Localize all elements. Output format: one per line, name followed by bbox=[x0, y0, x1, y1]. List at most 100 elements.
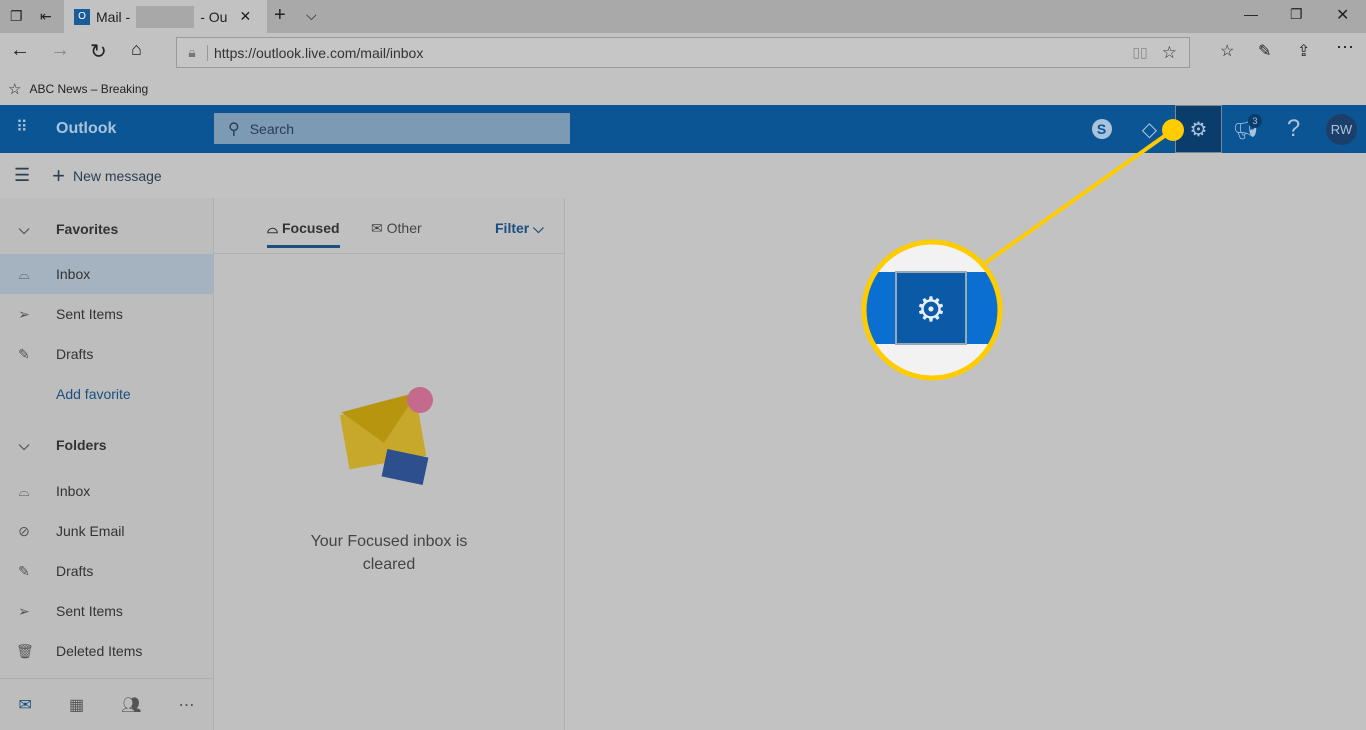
favorites-label: Favorites bbox=[56, 221, 119, 237]
more-icon[interactable]: ⋯ bbox=[1336, 37, 1354, 58]
sidebar-item-label: Deleted Items bbox=[56, 643, 143, 659]
sidebar-item-sent[interactable]: ➢ Sent Items bbox=[0, 591, 213, 631]
send-icon: ➢ bbox=[18, 305, 30, 322]
folder-sidebar: ⌵ Favorites ⌓ Inbox ➢ Sent Items ✎ Drafts Ad… bbox=[0, 198, 213, 730]
lock-icon: 🔒︎ bbox=[188, 44, 196, 60]
inbox-icon: ⌓ bbox=[18, 265, 30, 282]
trash-icon: 🗑︎ bbox=[16, 642, 34, 659]
premium-diamond-icon[interactable]: ◇ bbox=[1126, 105, 1173, 153]
people-icon[interactable]: 👥︎ bbox=[121, 695, 141, 715]
help-icon[interactable]: ? bbox=[1270, 105, 1317, 153]
share-icon[interactable]: ⇪ bbox=[1297, 41, 1310, 61]
filter-button[interactable]: Filter ⌵ bbox=[495, 220, 544, 237]
plus-icon: + bbox=[52, 162, 65, 188]
skype-icon[interactable]: S bbox=[1078, 105, 1125, 153]
set-aside-tabs-icon[interactable]: ⇤ bbox=[40, 8, 52, 25]
search-icon: ⚲ bbox=[228, 120, 240, 138]
url-text: https://outlook.live.com/mail/inbox bbox=[207, 44, 423, 61]
browser-tab-mail[interactable]: O Mail - - Ou ✕ bbox=[64, 0, 267, 33]
app-launcher-icon[interactable]: ⠿ bbox=[16, 117, 28, 137]
sidebar-item-label: Sent Items bbox=[56, 603, 123, 619]
star-icon: ☆ bbox=[8, 80, 22, 98]
command-bar: ☰ + New message bbox=[0, 153, 1366, 198]
calendar-icon[interactable]: ▦ bbox=[69, 695, 84, 715]
minimize-icon[interactable]: — bbox=[1244, 6, 1258, 22]
more-icon[interactable]: ⋯ bbox=[178, 695, 194, 715]
chevron-down-icon: ⌵ bbox=[533, 220, 544, 236]
sidebar-item-favorite-drafts[interactable]: ✎ Drafts bbox=[0, 334, 213, 374]
chevron-down-icon: ⌵ bbox=[18, 220, 30, 237]
home-icon[interactable]: ⌂ bbox=[131, 39, 142, 60]
sidebar-item-drafts[interactable]: ✎ Drafts bbox=[0, 551, 213, 591]
favorites-bar: ☆ ABC News – Breaking bbox=[0, 72, 1366, 105]
pencil-icon: ✎ bbox=[18, 345, 30, 362]
search-input[interactable]: ⚲ Search bbox=[214, 113, 570, 144]
sidebar-item-label: Junk Email bbox=[56, 523, 125, 539]
back-icon[interactable]: ← bbox=[10, 39, 30, 62]
add-favorite-label: Add favorite bbox=[56, 386, 131, 402]
redacted-block bbox=[136, 5, 195, 28]
sidebar-item-label: Drafts bbox=[56, 563, 94, 579]
new-tab-icon[interactable]: + bbox=[274, 4, 286, 27]
block-icon: ⊘ bbox=[18, 522, 30, 539]
inbox-icon: ⌓ bbox=[267, 220, 279, 236]
pencil-icon: ✎ bbox=[18, 562, 30, 579]
folders-label: Folders bbox=[56, 437, 107, 453]
message-list: ⌓ Focused ✉ Other Filter ⌵ Your Focused … bbox=[213, 198, 565, 730]
mail-icon[interactable]: ✉ bbox=[19, 695, 32, 715]
new-message-button[interactable]: + New message bbox=[52, 163, 162, 189]
tab-title-prefix: Mail - bbox=[96, 8, 131, 25]
search-placeholder: Search bbox=[249, 120, 295, 137]
add-favorite-link[interactable]: Add favorite bbox=[0, 374, 213, 414]
star-icon[interactable]: ☆ bbox=[1162, 43, 1177, 63]
close-tab-icon[interactable]: ✕ bbox=[239, 8, 251, 25]
filter-label: Filter bbox=[495, 220, 530, 236]
sidebar-item-label: Sent Items bbox=[56, 306, 123, 322]
reading-view-icon[interactable]: ▯▯ bbox=[1132, 44, 1147, 61]
settings-gear-icon[interactable]: ⚙ bbox=[1175, 105, 1222, 153]
sidebar-item-favorite-sent[interactable]: ➢ Sent Items bbox=[0, 294, 213, 334]
reading-pane bbox=[566, 198, 1366, 730]
sidebar-item-label: Inbox bbox=[56, 483, 91, 499]
pen-icon[interactable]: ✎ bbox=[1258, 41, 1271, 61]
hamburger-menu-icon[interactable]: ☰ bbox=[14, 165, 30, 186]
refresh-icon[interactable]: ↻ bbox=[90, 39, 107, 64]
send-icon: ➢ bbox=[18, 602, 30, 619]
tab-focused[interactable]: ⌓ Focused bbox=[267, 220, 340, 248]
app-name[interactable]: Outlook bbox=[56, 120, 116, 138]
empty-line-1: Your Focused inbox is bbox=[310, 533, 468, 550]
restore-icon[interactable]: ❐ bbox=[1290, 6, 1303, 23]
sidebar-item-junk[interactable]: ⊘ Junk Email bbox=[0, 511, 213, 551]
chevron-down-icon[interactable]: ⌵ bbox=[306, 7, 317, 24]
close-window-icon[interactable]: ✕ bbox=[1336, 5, 1349, 25]
favorite-link[interactable]: ABC News – Breaking bbox=[29, 82, 148, 96]
list-tabs: ⌓ Focused ✉ Other Filter ⌵ bbox=[214, 198, 564, 254]
tab-other[interactable]: ✉ Other bbox=[371, 220, 422, 237]
forward-icon[interactable]: → bbox=[50, 39, 70, 62]
browser-tab-bar: ❐ ⇤ O Mail - - Ou ✕ + ⌵ — ❐ ✕ bbox=[0, 0, 1366, 33]
module-switcher: ✉ ▦ 👥︎ ⋯ bbox=[0, 678, 213, 730]
favorites-hub-icon[interactable]: ☆ bbox=[1220, 41, 1234, 61]
sidebar-item-deleted[interactable]: 🗑︎ Deleted Items bbox=[0, 631, 213, 671]
notification-badge: 3 bbox=[1248, 114, 1262, 128]
address-bar[interactable]: 🔒︎ https://outlook.live.com/mail/inbox ▯… bbox=[176, 37, 1190, 68]
outlook-favicon-icon: O bbox=[74, 8, 90, 25]
empty-line-2: cleared bbox=[362, 556, 416, 573]
sidebar-item-label: Drafts bbox=[56, 346, 94, 362]
sidebar-item-inbox[interactable]: ⌓ Inbox bbox=[0, 471, 213, 511]
new-message-label: New message bbox=[73, 167, 162, 184]
tab-manager-icon[interactable]: ❐ bbox=[10, 8, 23, 25]
avatar[interactable]: RW bbox=[1326, 114, 1357, 145]
chevron-down-icon: ⌵ bbox=[18, 436, 30, 453]
sidebar-item-label: Inbox bbox=[56, 266, 91, 282]
tab-title-suffix: - Ou bbox=[200, 8, 228, 25]
sidebar-item-favorite-inbox[interactable]: ⌓ Inbox bbox=[0, 254, 213, 294]
tab-other-label: Other bbox=[386, 220, 422, 236]
tab-focused-label: Focused bbox=[281, 220, 340, 236]
empty-inbox-illustration bbox=[339, 387, 433, 486]
favorites-header[interactable]: ⌵ Favorites bbox=[0, 209, 213, 249]
folders-header[interactable]: ⌵ Folders bbox=[0, 425, 213, 465]
envelope-icon: ✉ bbox=[371, 220, 383, 236]
empty-inbox-message: Your Focused inbox is cleared bbox=[214, 530, 564, 576]
whats-new-megaphone-icon[interactable]: 📢︎ 3 bbox=[1222, 105, 1269, 153]
